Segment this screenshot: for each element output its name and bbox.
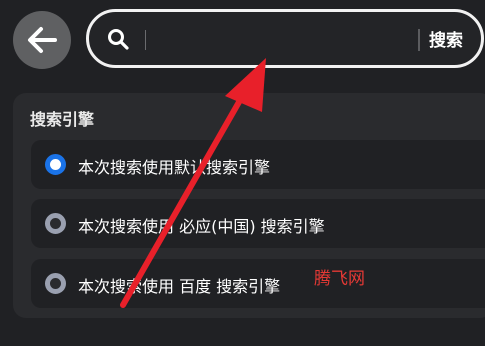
radio-unselected-icon[interactable] xyxy=(45,213,66,234)
watermark-text: 腾飞网 xyxy=(314,269,365,289)
text-cursor xyxy=(145,30,146,50)
search-submit-button[interactable]: 搜索 xyxy=(429,26,463,51)
back-button[interactable] xyxy=(13,11,71,69)
search-bar: 搜索 xyxy=(86,9,484,68)
search-icon xyxy=(108,29,129,50)
panel-title: 搜索引擎 xyxy=(30,110,95,129)
engine-option-default[interactable]: 本次搜索使用默认搜索引擎 xyxy=(31,140,485,189)
radio-unselected-icon[interactable] xyxy=(45,273,66,294)
option-label: 本次搜索使用默认搜索引擎 xyxy=(78,158,271,177)
browser-search-page: 搜索 搜索引擎 本次搜索使用默认搜索引擎 本次搜索使用 必应(中国) 搜索引擎 … xyxy=(0,0,485,346)
option-label: 本次搜索使用 必应(中国) 搜索引擎 xyxy=(78,217,325,236)
search-divider xyxy=(418,29,420,51)
search-input[interactable] xyxy=(151,20,411,58)
engine-option-bing[interactable]: 本次搜索使用 必应(中国) 搜索引擎 xyxy=(31,199,485,248)
radio-selected-icon[interactable] xyxy=(45,154,66,175)
search-engine-panel: 搜索引擎 本次搜索使用默认搜索引擎 本次搜索使用 必应(中国) 搜索引擎 本次搜… xyxy=(13,93,485,318)
option-label: 本次搜索使用 百度 搜索引擎 xyxy=(78,277,281,296)
engine-option-baidu[interactable]: 本次搜索使用 百度 搜索引擎 xyxy=(31,259,485,308)
arrow-left-icon xyxy=(28,27,57,53)
